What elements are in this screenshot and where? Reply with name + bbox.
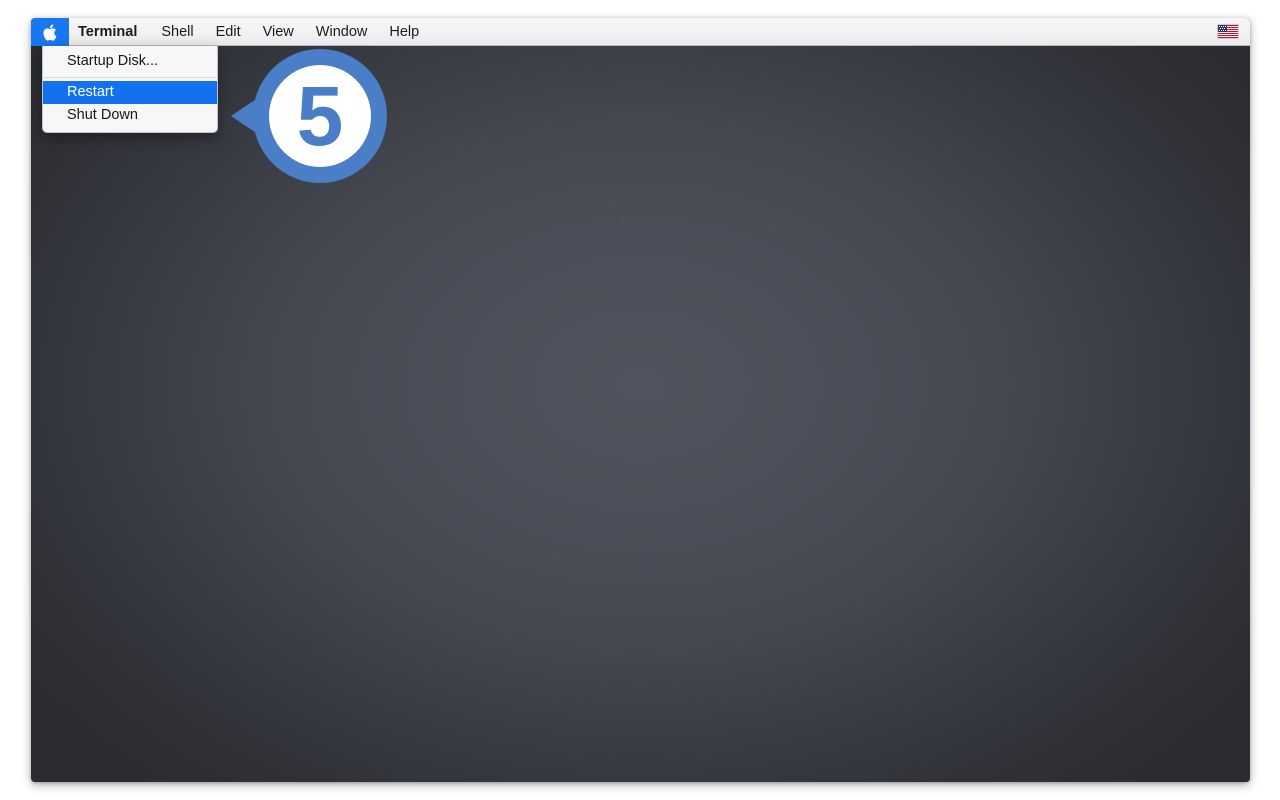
menu-bar-status-area (1217, 18, 1250, 45)
apple-menu-button[interactable] (31, 18, 69, 46)
menu-shell[interactable]: Shell (150, 18, 204, 46)
mac-screen: Terminal Shell Edit View Window Help Sta… (31, 18, 1250, 782)
menu-separator (44, 77, 216, 78)
menu-item-shut-down[interactable]: Shut Down (43, 104, 217, 127)
menu-edit[interactable]: Edit (205, 18, 252, 46)
apple-logo-icon (43, 23, 57, 41)
menu-window[interactable]: Window (305, 18, 379, 46)
apple-dropdown-menu: Startup Disk... Restart Shut Down (42, 46, 218, 133)
menu-item-restart[interactable]: Restart (43, 81, 217, 104)
screenshot-page: Terminal Shell Edit View Window Help Sta… (0, 0, 1280, 800)
menu-view[interactable]: View (252, 18, 305, 46)
menu-terminal[interactable]: Terminal (69, 18, 150, 46)
menu-help[interactable]: Help (378, 18, 430, 46)
menu-item-startup-disk[interactable]: Startup Disk... (43, 50, 217, 73)
us-flag-icon[interactable] (1217, 24, 1239, 39)
menu-bar: Terminal Shell Edit View Window Help (31, 18, 1250, 46)
